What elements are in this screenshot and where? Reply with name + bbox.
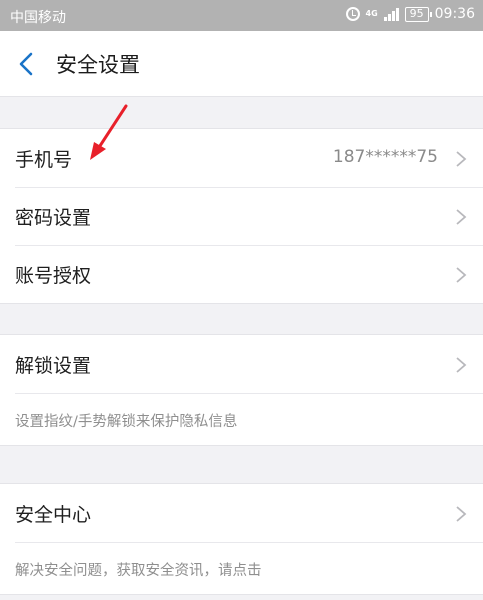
unlock-hint: 设置指纹/手势解锁来保护隐私信息 [0, 393, 483, 445]
row-label: 安全中心 [15, 504, 92, 526]
carrier-name: 中国移动 [10, 10, 66, 26]
phone-number-row[interactable]: 手机号 187******75 [0, 129, 483, 187]
account-authorization-row[interactable]: 账号授权 [0, 245, 483, 303]
status-bar: 中国移动 4G 95 09:36 [0, 0, 483, 31]
battery-level: 95 [409, 6, 424, 20]
chevron-right-icon [456, 209, 467, 225]
hint-text: 设置指纹/手势解锁来保护隐私信息 [15, 414, 238, 430]
row-label: 密码设置 [15, 207, 92, 229]
security-center-hint: 解决安全问题，获取安全资讯，请点击 [0, 542, 483, 594]
page-title: 安全设置 [56, 53, 140, 77]
back-button[interactable] [14, 50, 40, 78]
chevron-left-icon [19, 52, 33, 76]
status-icons: 4G 95 09:36 [345, 6, 475, 22]
unlock-group: 解锁设置 设置指纹/手势解锁来保护隐私信息 [0, 334, 483, 446]
chevron-right-icon [456, 151, 467, 167]
alarm-icon [345, 7, 360, 21]
password-settings-row[interactable]: 密码设置 [0, 187, 483, 245]
phone-number-value: 187******75 [332, 147, 438, 167]
chevron-right-icon [456, 357, 467, 373]
hint-text: 解决安全问题，获取安全资讯，请点击 [15, 563, 262, 579]
battery-icon: 95 [404, 6, 432, 22]
security-center-row[interactable]: 安全中心 [0, 484, 483, 542]
nav-header: 安全设置 [0, 31, 483, 97]
clock: 09:36 [434, 6, 475, 22]
signal-icon [383, 7, 399, 21]
account-group: 手机号 187******75 密码设置 账号授权 [0, 128, 483, 304]
row-label: 手机号 [15, 149, 73, 171]
security-center-group: 安全中心 解决安全问题，获取安全资讯，请点击 [0, 483, 483, 595]
row-label: 账号授权 [15, 265, 92, 287]
chevron-right-icon [456, 506, 467, 522]
row-label: 解锁设置 [15, 355, 92, 377]
chevron-right-icon [456, 267, 467, 283]
network-type: 4G [365, 9, 378, 18]
unlock-settings-row[interactable]: 解锁设置 [0, 335, 483, 393]
